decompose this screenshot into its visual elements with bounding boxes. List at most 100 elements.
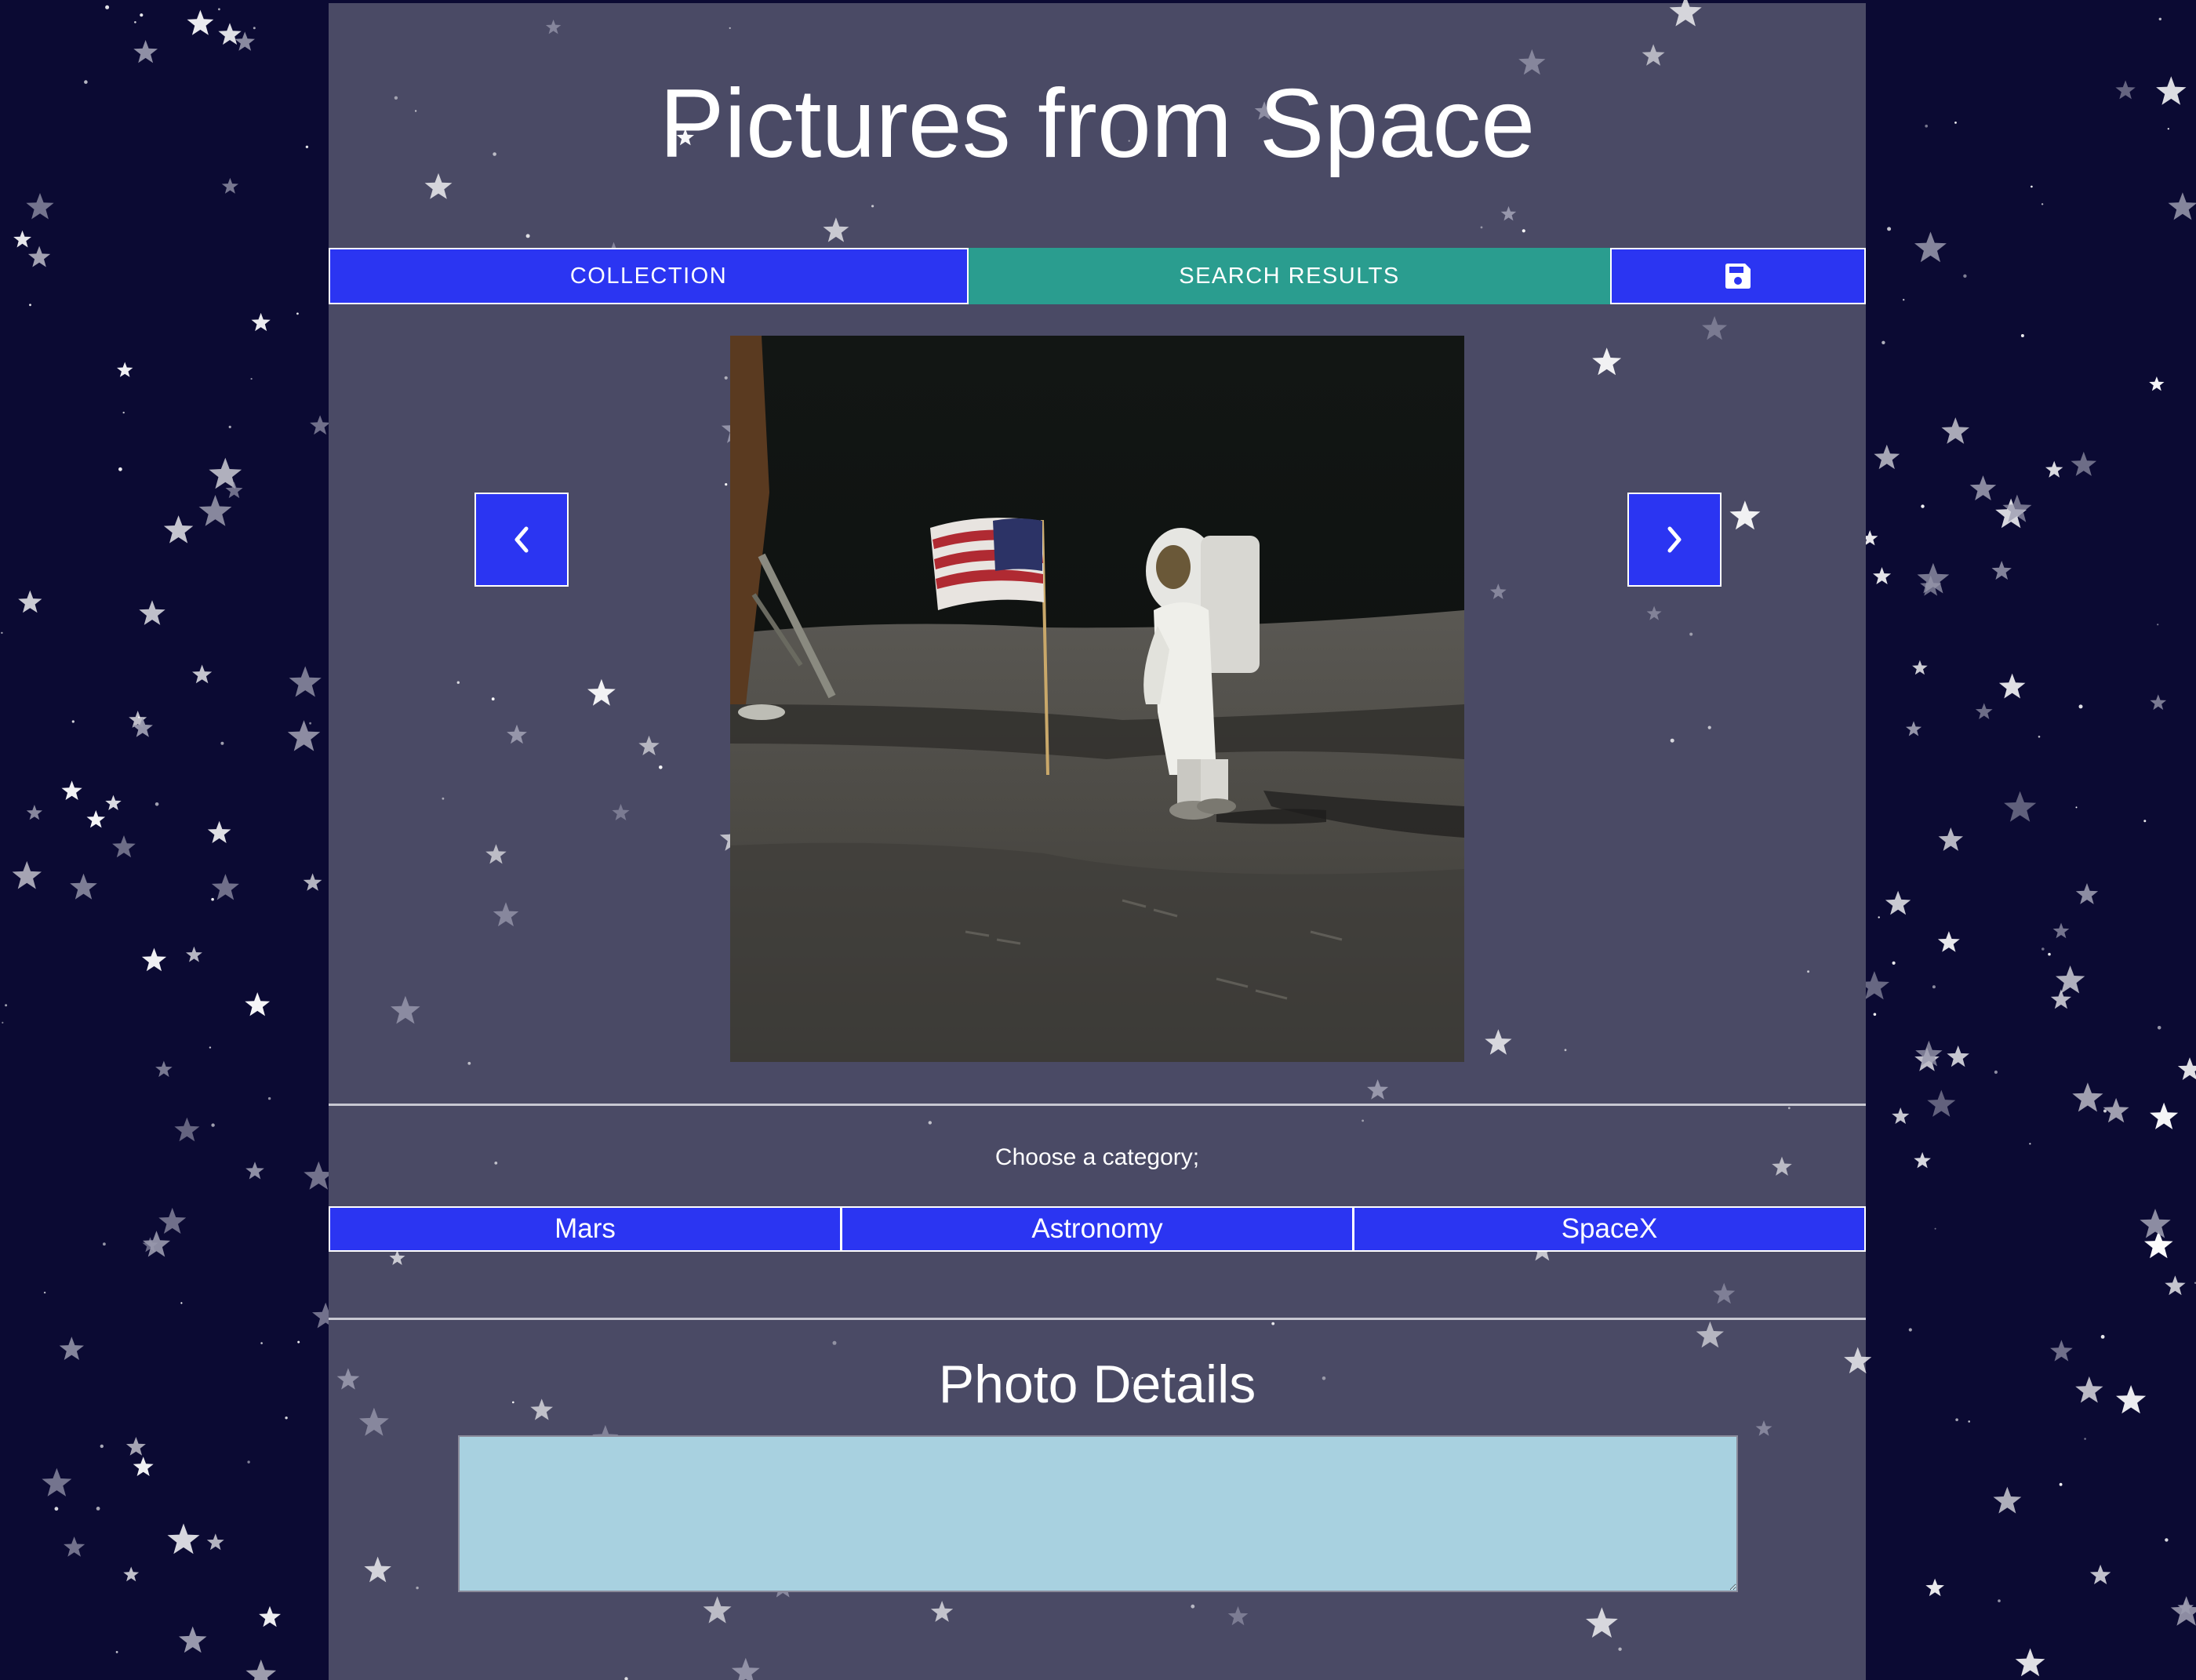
- tab-search-results[interactable]: SEARCH RESULTS: [969, 248, 1610, 304]
- star: [303, 873, 322, 891]
- star-dot: [103, 1242, 106, 1246]
- star-dot: [2084, 1438, 2086, 1440]
- star: [2149, 376, 2165, 391]
- page-title: Pictures from Space: [659, 70, 1536, 178]
- star-dot: [211, 897, 214, 901]
- star: [2045, 460, 2063, 478]
- page: Pictures from Space COLLECTION SEARCH RE…: [0, 0, 2196, 1680]
- photo-details-textarea[interactable]: [458, 1435, 1738, 1592]
- star: [155, 1060, 173, 1078]
- star: [59, 1336, 84, 1360]
- star: [2140, 1209, 2171, 1238]
- star-dot: [155, 802, 159, 806]
- star: [27, 245, 51, 267]
- star: [2071, 451, 2097, 476]
- star: [26, 193, 54, 220]
- star: [141, 947, 167, 972]
- star-dot: [2075, 806, 2078, 809]
- save-button[interactable]: [1610, 248, 1866, 304]
- star-dot: [296, 312, 299, 315]
- star: [64, 1536, 85, 1557]
- star-dot: [2031, 185, 2033, 188]
- star: [163, 515, 194, 544]
- star-dot: [1892, 961, 1896, 965]
- star: [1993, 1486, 2022, 1514]
- star-dot: [309, 722, 311, 725]
- star-dot: [29, 304, 31, 307]
- star-dot: [2048, 952, 2051, 956]
- star: [245, 992, 271, 1016]
- star: [245, 1659, 277, 1680]
- star: [133, 1456, 154, 1476]
- star: [2004, 791, 2037, 822]
- star: [2170, 1596, 2196, 1626]
- star: [112, 835, 136, 858]
- star: [26, 805, 42, 820]
- divider: [329, 1318, 1866, 1320]
- photo-details-title: Photo Details: [938, 1355, 1256, 1414]
- star: [2150, 1102, 2179, 1129]
- star: [192, 664, 213, 684]
- star: [1892, 1107, 1910, 1124]
- star: [129, 711, 147, 728]
- star: [1914, 1151, 1931, 1169]
- star-dot: [105, 5, 110, 9]
- star: [1947, 1045, 1969, 1067]
- star-dot: [2158, 17, 2161, 20]
- star: [123, 1566, 140, 1582]
- star-dot: [305, 145, 309, 148]
- star: [198, 495, 232, 526]
- star: [2156, 76, 2187, 105]
- star: [2075, 883, 2099, 904]
- star: [1912, 660, 1928, 675]
- category-button-mars[interactable]: Mars: [329, 1206, 842, 1252]
- star-dot: [1968, 1420, 1970, 1423]
- category-button-spacex[interactable]: SpaceX: [1353, 1206, 1866, 1252]
- star-dot: [2078, 704, 2083, 709]
- tab-bar: COLLECTION SEARCH RESULTS: [329, 248, 1866, 304]
- star: [2177, 1057, 2196, 1080]
- star: [139, 600, 165, 625]
- star: [70, 873, 97, 900]
- star: [235, 31, 255, 51]
- tab-collection[interactable]: COLLECTION: [329, 248, 969, 304]
- star: [2089, 1564, 2111, 1584]
- next-photo-button[interactable]: [1627, 493, 1722, 587]
- star: [1925, 1578, 1944, 1597]
- star-dot: [43, 1291, 46, 1294]
- star: [2116, 1385, 2147, 1414]
- star: [117, 362, 133, 377]
- star: [209, 457, 242, 489]
- star: [2144, 1231, 2173, 1259]
- star-dot: [100, 1444, 104, 1449]
- star: [1975, 703, 1993, 719]
- star-dot: [1932, 985, 1936, 989]
- star-dot: [1903, 299, 1905, 301]
- star: [2177, 1599, 2194, 1615]
- star: [12, 860, 42, 889]
- star: [174, 1117, 200, 1142]
- star-dot: [134, 21, 136, 24]
- star: [2150, 694, 2167, 711]
- star-dot: [218, 8, 220, 11]
- star-dot: [247, 1460, 250, 1464]
- star: [287, 720, 321, 751]
- moon-landing-image: [730, 336, 1464, 1062]
- star: [1938, 827, 1963, 851]
- star: [2168, 192, 2196, 220]
- star: [259, 1605, 281, 1627]
- star-dot: [2167, 128, 2169, 130]
- star-dot: [1887, 227, 1892, 231]
- previous-photo-button[interactable]: [474, 493, 569, 587]
- star-dot: [54, 1507, 59, 1511]
- star: [105, 795, 122, 810]
- star-dot: [1925, 124, 1928, 128]
- star: [1917, 562, 1950, 594]
- category-button-astronomy[interactable]: Astronomy: [841, 1206, 1354, 1252]
- star: [2002, 494, 2032, 522]
- divider: [329, 1104, 1866, 1106]
- star-dot: [1994, 1070, 1998, 1075]
- star: [221, 177, 238, 194]
- star: [167, 1523, 200, 1555]
- star-dot: [211, 1123, 215, 1127]
